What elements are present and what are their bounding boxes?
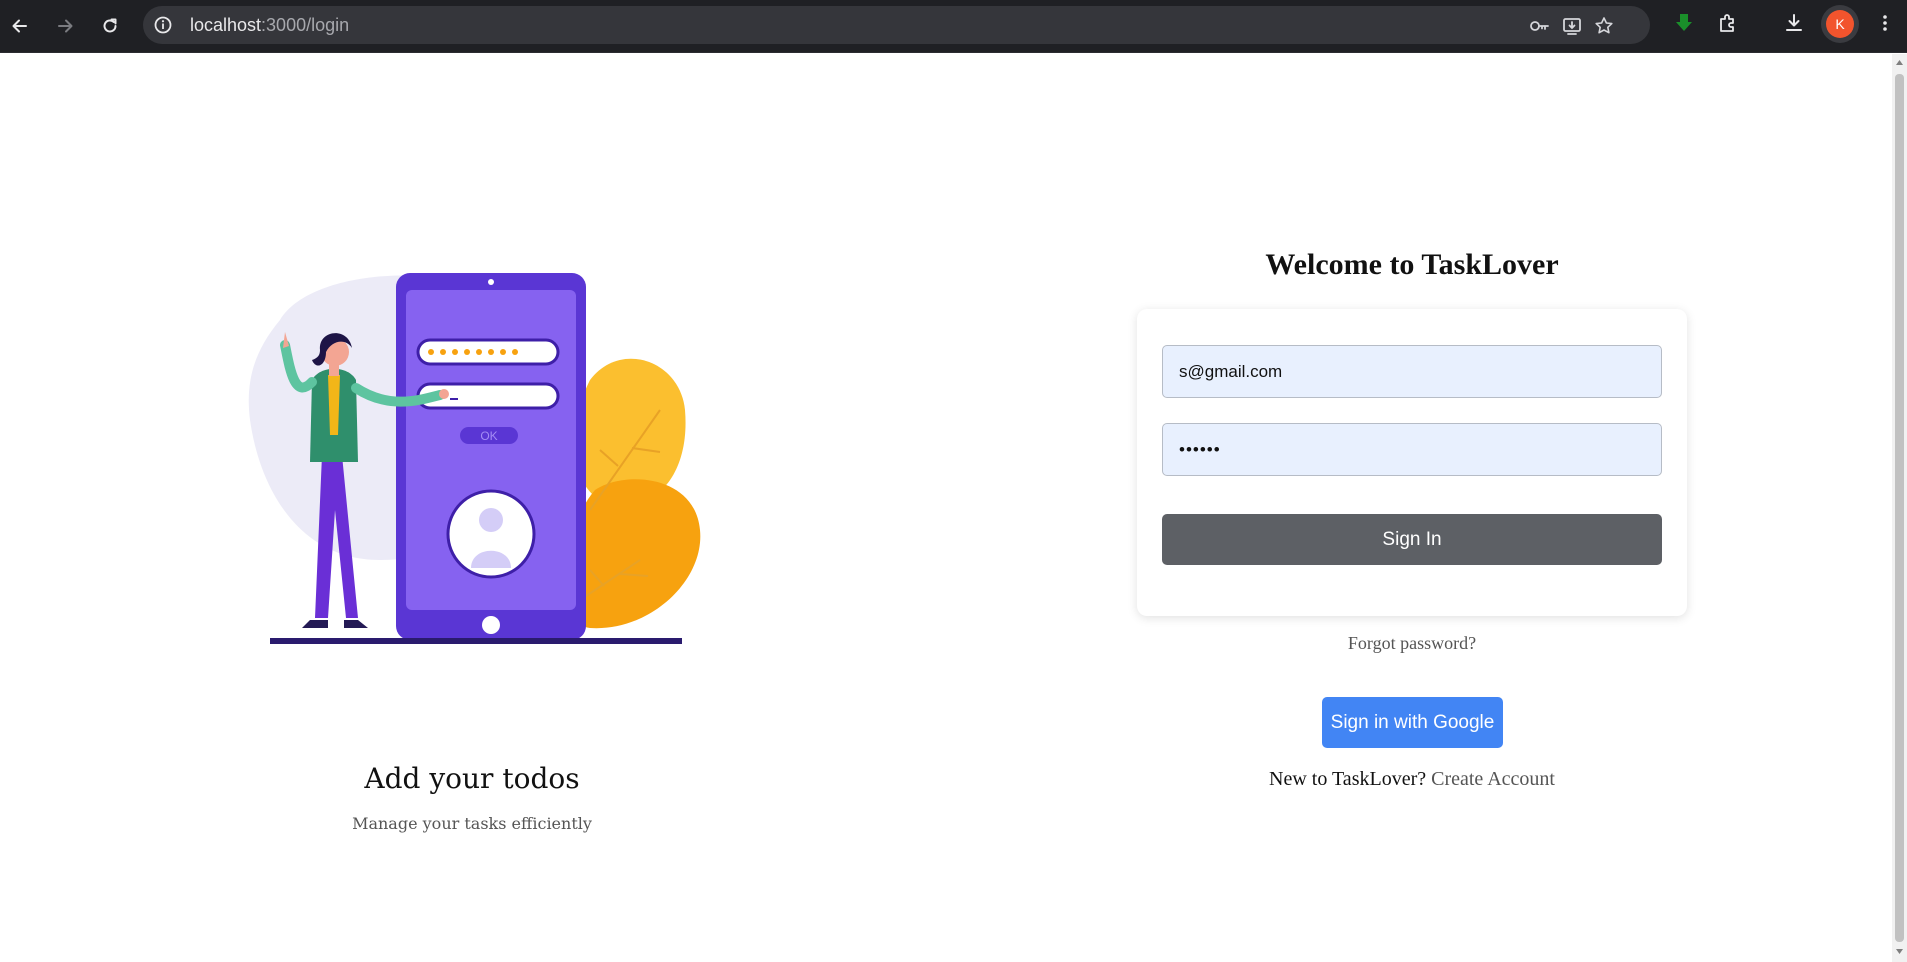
profile-avatar[interactable]: K (1826, 10, 1854, 38)
phone-home-button (482, 616, 500, 634)
url-text[interactable]: localhost:3000/login (190, 15, 349, 36)
star-icon[interactable] (1593, 15, 1615, 37)
browser-toolbar: localhost:3000/login K (0, 0, 1907, 53)
url-host: localhost (190, 15, 262, 35)
address-bar[interactable]: localhost:3000/login (143, 6, 1650, 44)
download-extension-icon[interactable] (1672, 11, 1696, 35)
downloads-icon[interactable] (1782, 11, 1806, 35)
scroll-down-arrow-icon[interactable] (1895, 947, 1904, 956)
back-button[interactable] (4, 10, 36, 42)
google-sign-in-button[interactable]: Sign in with Google (1322, 697, 1503, 748)
forgot-password-link[interactable]: Forgot password? (1137, 633, 1687, 654)
arrow-right-icon (58, 19, 73, 33)
create-account-link[interactable]: Create Account (1431, 768, 1555, 790)
signup-prompt: New to TaskLover? Create Account (1137, 768, 1687, 791)
hero-title: Add your todos (364, 762, 580, 795)
email-field[interactable] (1162, 345, 1662, 398)
url-path: :3000/login (261, 15, 350, 35)
leaf-lower (566, 479, 701, 629)
scroll-up-arrow-icon[interactable] (1895, 58, 1904, 67)
sign-in-button[interactable]: Sign In (1162, 514, 1662, 565)
login-card: Sign In (1137, 309, 1687, 616)
page-scrollbar[interactable] (1892, 54, 1907, 962)
login-illustration: OK (248, 273, 701, 644)
kebab-menu-icon[interactable] (1873, 11, 1897, 35)
screen-ok-label: OK (480, 429, 497, 443)
extensions-puzzle-icon[interactable] (1716, 11, 1740, 35)
phone-camera (488, 279, 494, 285)
reload-button[interactable] (94, 10, 126, 42)
hero-subtitle: Manage your tasks efficiently (352, 814, 592, 833)
arrow-left-icon (12, 19, 27, 33)
signup-prompt-text: New to TaskLover? (1269, 768, 1427, 790)
password-field[interactable] (1162, 423, 1662, 476)
reload-icon (103, 18, 117, 33)
forward-button[interactable] (49, 10, 81, 42)
key-icon[interactable] (1528, 15, 1550, 37)
install-app-icon[interactable] (1561, 15, 1583, 37)
scrollbar-thumb[interactable] (1895, 74, 1904, 942)
page-title: Welcome to TaskLover (1265, 248, 1559, 281)
ground-line (270, 638, 682, 644)
site-info-icon[interactable] (153, 15, 173, 35)
